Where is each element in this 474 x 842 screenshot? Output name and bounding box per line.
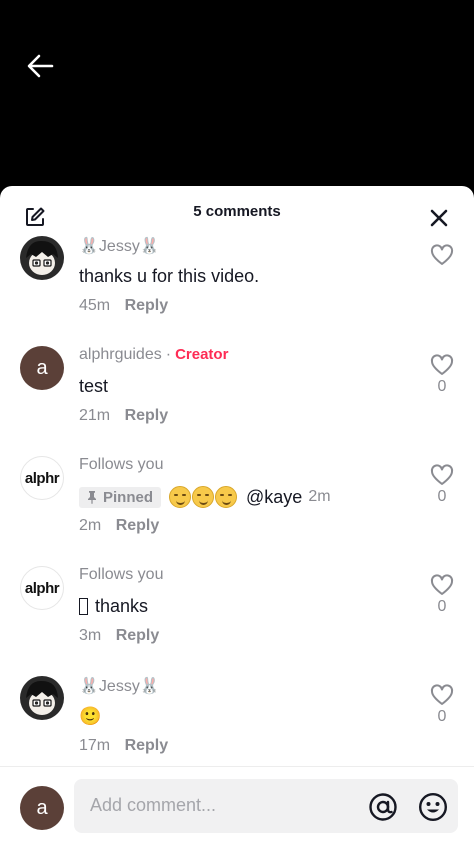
comment-item: alphr Follows you Pinned @kaye 2m 2m Rep… [0, 456, 474, 556]
like-button[interactable]: 0 [430, 464, 454, 506]
heart-icon [430, 244, 454, 265]
reply-button[interactable]: Reply [125, 737, 169, 754]
comment-time: 21m [79, 407, 111, 424]
comment-item: alphr Follows you thanks 3m Reply 0 [0, 566, 474, 666]
pinned-label: Pinned [103, 488, 154, 506]
comment-text: thanks [79, 596, 148, 617]
close-icon[interactable] [428, 207, 450, 229]
follows-you-label: Follows you [79, 456, 164, 473]
comment-username[interactable]: alphrguides [79, 346, 162, 363]
comment-meta: 2m Reply [79, 517, 159, 535]
avatar[interactable]: alphr [20, 456, 64, 500]
comments-sheet: 5 comments 🐰Jessy🐰 thanks u for this vid… [0, 186, 474, 842]
like-count: 0 [437, 378, 447, 395]
add-comment-input[interactable]: Add comment... [74, 779, 458, 833]
follows-you-label: Follows you [79, 566, 164, 583]
avatar[interactable]: alphr [20, 566, 64, 610]
comment-time: 17m [79, 737, 111, 754]
reply-button[interactable]: Reply [125, 297, 169, 314]
comment-username-row: alphrguides · Creator [79, 346, 228, 364]
back-arrow-icon[interactable] [24, 50, 56, 82]
like-button[interactable]: 0 [430, 354, 454, 396]
comment-time: 2m [79, 517, 102, 534]
comment-text: 🙂 [79, 706, 102, 726]
like-count: 0 [437, 708, 447, 725]
comment-meta: 45m Reply [79, 297, 168, 315]
relieved-emoji-icon [169, 486, 192, 508]
comments-count-title: 5 comments [193, 203, 281, 220]
comment-time: 3m [79, 627, 102, 644]
heart-icon [430, 354, 454, 375]
like-button[interactable] [430, 244, 454, 266]
missing-glyph-icon [79, 598, 88, 615]
comment-composer: a Add comment... [0, 766, 474, 842]
winking-emoji-icon [192, 486, 215, 508]
heart-icon [430, 574, 454, 595]
heart-icon [430, 684, 454, 705]
pin-icon [88, 491, 96, 504]
comment-meta: 21m Reply [79, 407, 168, 425]
heart-icon [430, 464, 454, 485]
relieved-emoji-icon [215, 486, 238, 508]
comment-meta: 17m Reply [79, 737, 168, 755]
pinned-badge: Pinned [79, 486, 162, 508]
like-button[interactable]: 0 [430, 684, 454, 726]
comment-text: thanks u for this video. [79, 266, 260, 286]
avatar[interactable] [20, 676, 64, 720]
comment-text-body: thanks [95, 596, 149, 616]
separator-dot: · [165, 346, 172, 363]
add-comment-placeholder: Add comment... [90, 795, 217, 815]
comment-time: 45m [79, 297, 111, 314]
avatar[interactable]: a [20, 346, 64, 390]
comment-meta: 3m Reply [79, 627, 159, 645]
creator-badge: Creator [175, 346, 229, 363]
emoji-picker-icon[interactable] [418, 792, 448, 822]
comment-item: a alphrguides · Creator test 21m Reply 0 [0, 346, 474, 446]
reply-button[interactable]: Reply [116, 627, 160, 644]
comment-username[interactable]: 🐰Jessy🐰 [79, 676, 160, 696]
comment-text: test [79, 376, 109, 396]
mention-link[interactable]: @kaye [246, 487, 302, 508]
comment-text: Pinned @kaye 2m [79, 486, 331, 508]
mention-at-icon[interactable] [368, 792, 398, 822]
like-button[interactable]: 0 [430, 574, 454, 616]
like-count: 0 [437, 598, 447, 615]
avatar[interactable] [20, 236, 64, 280]
comment-item: 🐰Jessy🐰 thanks u for this video. 45m Rep… [0, 236, 474, 336]
reply-button[interactable]: Reply [125, 407, 169, 424]
comment-username[interactable]: 🐰Jessy🐰 [79, 236, 160, 256]
like-count: 0 [437, 488, 447, 505]
my-avatar[interactable]: a [20, 786, 64, 830]
comment-item: 🐰Jessy🐰 🙂 17m Reply 0 [0, 676, 474, 776]
inline-time: 2m [308, 488, 331, 505]
comments-header: 5 comments [0, 186, 474, 240]
reply-button[interactable]: Reply [116, 517, 160, 534]
